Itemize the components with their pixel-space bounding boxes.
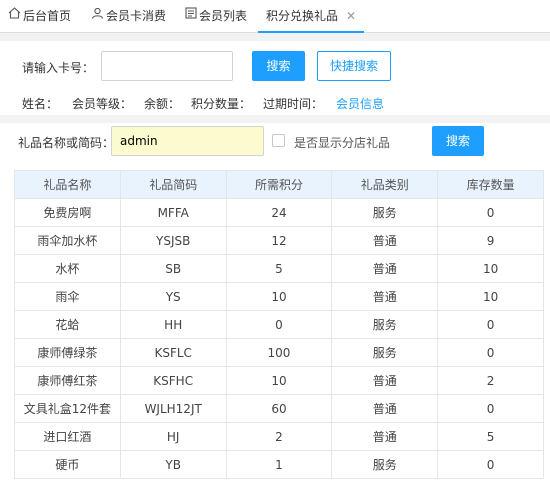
cell-stock: 9	[437, 226, 544, 255]
table-row[interactable]: 雨伞 YS 10 普通 10	[14, 282, 544, 311]
cell-stock: 10	[437, 282, 544, 311]
cell-gift-category: 服务	[331, 310, 439, 339]
cell-gift-name: 水杯	[14, 254, 121, 283]
cell-gift-code: MFFA	[119, 198, 227, 227]
cell-gift-code: SB	[119, 254, 227, 283]
cell-gift-code: KSFLC	[119, 338, 227, 367]
gift-table: 礼品名称 礼品简码 所需积分 礼品类别 库存数量 免费房啊 MFFA 24 服务 0 雨伞…	[14, 170, 544, 479]
close-icon[interactable]: ✕	[346, 9, 356, 23]
cell-stock: 10	[437, 254, 544, 283]
col-header-gift-code: 礼品简码	[119, 170, 227, 199]
table-row[interactable]: 水杯 SB 5 普通 10	[14, 254, 544, 283]
cell-required-points: 0	[225, 310, 333, 339]
cell-gift-category: 服务	[331, 450, 439, 479]
table-row[interactable]: 康师傅红茶 KSFHC 10 普通 2	[14, 366, 544, 395]
cell-gift-code: HH	[119, 310, 227, 339]
cell-required-points: 2	[225, 422, 333, 451]
col-header-stock: 库存数量	[437, 170, 544, 199]
gift-search-button[interactable]: 搜索	[432, 126, 484, 156]
table-row[interactable]: 康师傅绿茶 KSFLC 100 服务 0	[14, 338, 544, 367]
table-row[interactable]: 花蛤 HH 0 服务 0	[14, 310, 544, 339]
cell-stock: 0	[437, 338, 544, 367]
gift-search-input[interactable]: admin	[111, 126, 264, 156]
cell-required-points: 10	[225, 282, 333, 311]
cell-stock: 5	[437, 422, 544, 451]
cell-gift-name: 康师傅红茶	[14, 366, 121, 395]
cell-gift-name: 硬币	[14, 450, 121, 479]
section-gap	[0, 33, 550, 41]
points-label: 积分数量：	[191, 97, 252, 111]
section-gap	[0, 115, 550, 123]
cell-gift-category: 服务	[331, 338, 439, 367]
cell-gift-code: YSJSB	[119, 226, 227, 255]
list-icon	[185, 0, 197, 32]
member-search-button[interactable]: 搜索	[252, 51, 305, 81]
cell-gift-name: 进口红酒	[14, 422, 121, 451]
cell-stock: 2	[437, 366, 544, 395]
tab-member-card-consume[interactable]: 会员卡消费	[91, 0, 166, 33]
tab-home-label: 后台首页	[23, 9, 72, 23]
member-search-panel: 请输入卡号： 搜索 快捷搜索 姓名： 会员等级： 余额： 积分数量： 过期时间：…	[0, 41, 550, 115]
cell-required-points: 24	[225, 198, 333, 227]
cell-gift-category: 普通	[331, 254, 439, 283]
tab-member-list[interactable]: 会员列表	[185, 0, 247, 33]
table-row[interactable]: 免费房啊 MFFA 24 服务 0	[14, 198, 544, 227]
cell-stock: 0	[437, 310, 544, 339]
table-row[interactable]: 文具礼盒12件套 WJLH12JT 60 普通 0	[14, 394, 544, 423]
cell-gift-code: KSFHC	[119, 366, 227, 395]
tab-member-list-label: 会员列表	[199, 9, 248, 23]
cell-gift-category: 普通	[331, 422, 439, 451]
cell-gift-category: 普通	[331, 366, 439, 395]
col-header-gift-category: 礼品类别	[331, 170, 439, 199]
cell-gift-name: 雨伞	[14, 282, 121, 311]
home-icon	[8, 0, 21, 32]
cell-gift-category: 普通	[331, 282, 439, 311]
table-row[interactable]: 硬币 YB 1 服务 0	[14, 450, 544, 479]
tab-points-gift-exchange-label: 积分兑换礼品	[266, 9, 339, 23]
table-row[interactable]: 进口红酒 HJ 2 普通 5	[14, 422, 544, 451]
table-row[interactable]: 雨伞加水杯 YSJSB 12 普通 9	[14, 226, 544, 255]
col-header-gift-name: 礼品名称	[14, 170, 121, 199]
balance-label: 余额：	[144, 97, 181, 111]
quick-search-button[interactable]: 快捷搜索	[317, 51, 391, 81]
member-info-link[interactable]: 会员信息	[336, 95, 384, 112]
cell-required-points: 100	[225, 338, 333, 367]
cell-required-points: 5	[225, 254, 333, 283]
cell-gift-name: 文具礼盒12件套	[14, 394, 121, 423]
cell-stock: 0	[437, 394, 544, 423]
cell-required-points: 60	[225, 394, 333, 423]
cell-gift-category: 普通	[331, 394, 439, 423]
col-header-required-points: 所需积分	[225, 170, 333, 199]
user-icon	[91, 0, 104, 32]
gift-search-label: 礼品名称或简码：	[18, 136, 115, 150]
cell-gift-code: HJ	[119, 422, 227, 451]
cell-stock: 0	[437, 198, 544, 227]
member-level-label: 会员等级：	[72, 97, 133, 111]
show-branch-gifts-checkbox[interactable]	[272, 134, 285, 147]
card-number-label: 请输入卡号：	[22, 61, 95, 75]
card-number-input[interactable]	[101, 51, 233, 81]
cell-gift-name: 雨伞加水杯	[14, 226, 121, 255]
tab-member-card-consume-label: 会员卡消费	[106, 9, 167, 23]
cell-gift-name: 免费房啊	[14, 198, 121, 227]
cell-gift-code: YB	[119, 450, 227, 479]
tab-bar: 后台首页 会员卡消费 会员列表 积分兑换礼品 ✕	[0, 0, 550, 33]
tab-home[interactable]: 后台首页	[8, 0, 71, 33]
cell-required-points: 1	[225, 450, 333, 479]
cell-required-points: 12	[225, 226, 333, 255]
name-label: 姓名：	[22, 97, 59, 111]
show-branch-gifts-label: 是否显示分店礼品	[294, 136, 391, 150]
expire-time-label: 过期时间：	[263, 97, 324, 111]
cell-gift-name: 花蛤	[14, 310, 121, 339]
table-header-row: 礼品名称 礼品简码 所需积分 礼品类别 库存数量	[14, 170, 544, 199]
cell-gift-category: 普通	[331, 226, 439, 255]
cell-stock: 0	[437, 450, 544, 479]
cell-gift-category: 服务	[331, 198, 439, 227]
tab-points-gift-exchange[interactable]: 积分兑换礼品 ✕	[258, 0, 365, 33]
cell-required-points: 10	[225, 366, 333, 395]
cell-gift-code: WJLH12JT	[119, 394, 227, 423]
cell-gift-name: 康师傅绿茶	[14, 338, 121, 367]
cell-gift-code: YS	[119, 282, 227, 311]
